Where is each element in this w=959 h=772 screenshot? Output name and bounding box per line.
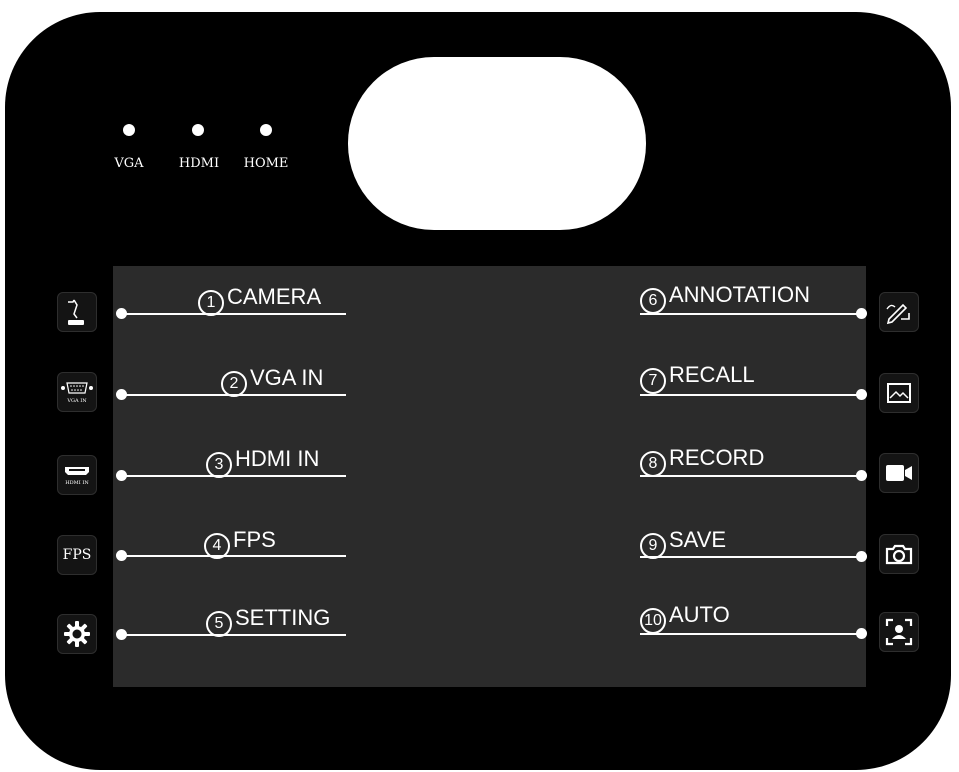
- setting-button[interactable]: [57, 614, 97, 654]
- callout-dot-save: [856, 551, 867, 562]
- label-vga-in: 2 VGA IN: [221, 367, 323, 397]
- camera-button[interactable]: [57, 292, 97, 332]
- label-setting: 5 SETTING: [206, 607, 330, 637]
- label-annotation: 6 ANNOTATION: [640, 284, 810, 314]
- hdmi-in-button[interactable]: HDMI IN: [57, 455, 97, 495]
- pen-icon: [886, 303, 910, 325]
- gear-icon: [64, 621, 90, 647]
- video-camera-icon: [886, 465, 912, 481]
- fps-icon: FPS: [62, 547, 92, 563]
- annotation-button[interactable]: [879, 292, 919, 332]
- vga-in-icon-caption: VGA IN: [67, 398, 87, 404]
- label-hdmi-in: 3 HDMI IN: [206, 448, 319, 478]
- label-fps: 4 FPS: [204, 529, 276, 559]
- label-camera: 1 CAMERA: [198, 286, 321, 316]
- label-save: 9 SAVE: [640, 529, 726, 559]
- vga-port-icon: [61, 382, 93, 394]
- photo-camera-icon: [885, 544, 913, 565]
- label-auto: 10 AUTO: [640, 604, 730, 634]
- label-recall: 7 RECALL: [640, 364, 755, 394]
- fps-button[interactable]: FPS: [57, 535, 97, 575]
- callout-line-recall: [640, 394, 862, 396]
- auto-button[interactable]: [879, 612, 919, 652]
- camera-window: [348, 57, 646, 230]
- hdmi-indicator-label: HDMI: [178, 156, 220, 171]
- save-button[interactable]: [879, 534, 919, 574]
- callout-dot-auto: [856, 628, 867, 639]
- camera-arm-icon: [68, 299, 84, 325]
- callout-dot-setting: [116, 629, 127, 640]
- callout-dot-hdmi-in: [116, 470, 127, 481]
- recall-button[interactable]: [879, 373, 919, 413]
- home-indicator-led: [260, 124, 272, 136]
- callout-dot-record: [856, 470, 867, 481]
- callout-dot-vga-in: [116, 389, 127, 400]
- callout-dot-annotation: [856, 308, 867, 319]
- callout-dot-fps: [116, 550, 127, 561]
- hdmi-port-icon: [65, 466, 89, 475]
- auto-focus-icon: [885, 618, 913, 646]
- hdmi-in-icon-caption: HDMI IN: [65, 479, 89, 486]
- image-icon: [887, 383, 911, 403]
- home-indicator-label: HOME: [243, 156, 289, 171]
- record-button[interactable]: [879, 453, 919, 493]
- hdmi-indicator-led: [192, 124, 204, 136]
- label-record: 8 RECORD: [640, 447, 764, 477]
- callout-dot-camera: [116, 308, 127, 319]
- vga-indicator-led: [123, 124, 135, 136]
- vga-indicator-label: VGA: [114, 156, 144, 171]
- vga-in-button[interactable]: VGA IN: [57, 372, 97, 412]
- callout-dot-recall: [856, 389, 867, 400]
